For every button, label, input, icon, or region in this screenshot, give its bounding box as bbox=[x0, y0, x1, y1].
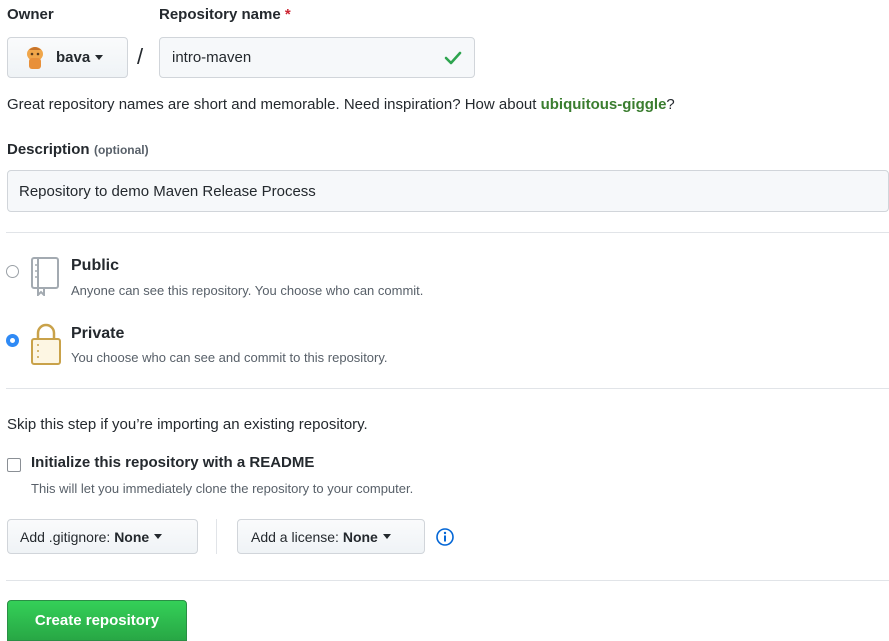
repo-name-label-text: Repository name bbox=[159, 6, 281, 23]
public-option-title: Public bbox=[71, 257, 120, 274]
book-icon bbox=[30, 256, 60, 301]
gitignore-value: None bbox=[114, 528, 150, 545]
license-value: None bbox=[342, 528, 378, 545]
repo-name-input[interactable]: intro-maven bbox=[159, 37, 475, 78]
chevron-down-icon bbox=[382, 534, 391, 539]
owner-value: bava bbox=[56, 49, 91, 66]
gitignore-select[interactable]: Add .gitignore: None bbox=[7, 519, 198, 554]
readme-label[interactable]: Initialize this repository with a README bbox=[31, 454, 314, 471]
owner-select[interactable]: bava bbox=[7, 37, 128, 78]
public-option-description: Anyone can see this repository. You choo… bbox=[71, 283, 424, 298]
private-option-description: You choose who can see and commit to thi… bbox=[71, 350, 388, 365]
readme-description: This will let you immediately clone the … bbox=[31, 481, 414, 496]
create-repository-button[interactable]: Create repository bbox=[7, 600, 187, 641]
divider bbox=[6, 580, 889, 581]
description-value: Repository to demo Maven Release Process bbox=[19, 182, 316, 200]
chevron-down-icon bbox=[154, 534, 163, 539]
license-label: Add a license: bbox=[251, 528, 339, 545]
private-radio[interactable] bbox=[6, 334, 19, 347]
public-radio[interactable] bbox=[6, 265, 19, 278]
user-avatar-icon bbox=[24, 45, 46, 71]
divider bbox=[6, 388, 889, 389]
hint-end: ? bbox=[666, 96, 675, 113]
required-marker: * bbox=[284, 6, 291, 23]
skip-import-hint: Skip this step if you’re importing an ex… bbox=[7, 416, 368, 433]
lock-icon bbox=[30, 322, 62, 371]
suggested-name-link[interactable]: ubiquitous-giggle bbox=[541, 96, 667, 113]
select-divider bbox=[216, 519, 217, 554]
repo-name-value: intro-maven bbox=[172, 49, 252, 66]
owner-label: Owner bbox=[7, 6, 54, 23]
optional-hint: (optional) bbox=[93, 143, 149, 157]
owner-repo-separator: / bbox=[137, 44, 144, 69]
divider bbox=[6, 232, 889, 233]
description-label: Description (optional) bbox=[7, 141, 149, 159]
readme-checkbox[interactable] bbox=[7, 458, 21, 472]
chevron-down-icon bbox=[95, 55, 104, 60]
checkmark-icon bbox=[444, 50, 462, 70]
repo-name-label: Repository name * bbox=[159, 6, 291, 23]
repo-name-hint: Great repository names are short and mem… bbox=[7, 96, 675, 113]
description-input[interactable]: Repository to demo Maven Release Process bbox=[7, 170, 889, 212]
private-option-title: Private bbox=[71, 325, 125, 342]
license-select[interactable]: Add a license: None bbox=[237, 519, 425, 554]
info-icon[interactable] bbox=[435, 527, 455, 552]
gitignore-label: Add .gitignore: bbox=[20, 528, 111, 545]
description-label-text: Description bbox=[7, 141, 90, 158]
hint-text: Great repository names are short and mem… bbox=[7, 96, 541, 113]
